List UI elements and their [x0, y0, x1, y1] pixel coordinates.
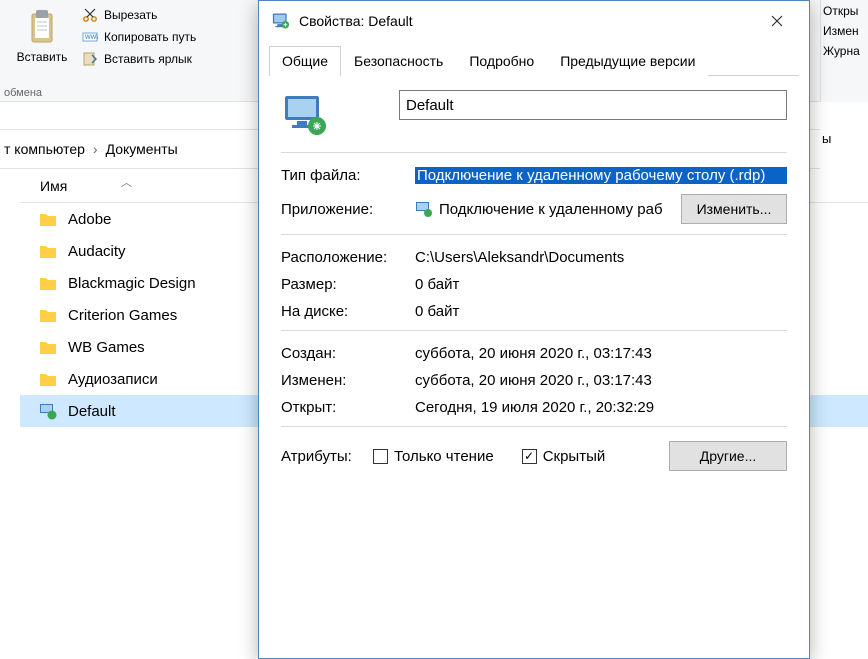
chevron-right-icon: ›: [93, 141, 98, 157]
accessed-label: Открыт:: [281, 399, 415, 416]
dialog-title: Свойства: Default: [299, 13, 757, 29]
modified-label: Изменен:: [281, 372, 415, 389]
close-button[interactable]: [757, 5, 797, 37]
tab-strip: Общие Безопасность Подробно Предыдущие в…: [269, 45, 799, 76]
tab-general[interactable]: Общие: [269, 46, 341, 76]
paste-label: Вставить: [17, 50, 68, 64]
breadcrumb-part[interactable]: т компьютер: [4, 141, 85, 157]
rdp-file-icon: [281, 90, 329, 138]
size-on-disk-label: На диске:: [281, 303, 415, 320]
created-value: суббота, 20 июня 2020 г., 03:17:43: [415, 345, 787, 362]
tab-security[interactable]: Безопасность: [341, 46, 456, 76]
paste-shortcut-button[interactable]: Вставить ярлык: [78, 48, 200, 70]
change-app-button[interactable]: Изменить...: [681, 194, 787, 224]
attributes-label: Атрибуты:: [281, 448, 373, 465]
properties-dialog: Свойства: Default Общие Безопасность Под…: [258, 0, 810, 659]
checkbox-icon: [373, 449, 388, 464]
filetype-value: Подключение к удаленному рабочему столу …: [415, 167, 787, 184]
accessed-value: Сегодня, 19 июля 2020 г., 20:32:29: [415, 399, 787, 416]
ribbon-group-caption: обмена: [4, 87, 42, 99]
clipboard-icon: [26, 8, 58, 48]
svg-text:WWW: WWW: [85, 35, 98, 41]
tab-pane-general: Тип файла: Подключение к удаленному рабо…: [259, 76, 809, 471]
size-value: 0 байт: [415, 276, 787, 293]
copy-path-button[interactable]: WWW Копировать путь: [78, 26, 200, 48]
app-label: Приложение:: [281, 201, 415, 218]
location-label: Расположение:: [281, 249, 415, 266]
tab-details[interactable]: Подробно: [456, 46, 547, 76]
titlebar[interactable]: Свойства: Default: [259, 1, 809, 41]
size-label: Размер:: [281, 276, 415, 293]
copy-path-icon: WWW: [82, 29, 98, 45]
paste-button[interactable]: Вставить: [6, 2, 78, 64]
rdp-icon: [271, 11, 291, 31]
shortcut-icon: [82, 51, 98, 67]
collapse-icon[interactable]: ︿: [121, 174, 132, 190]
location-value: C:\Users\Aleksandr\Documents: [415, 249, 787, 266]
readonly-checkbox[interactable]: Только чтение: [373, 448, 494, 465]
rdp-app-icon: [415, 200, 433, 218]
cut-button[interactable]: Вырезать: [78, 4, 200, 26]
other-attributes-button[interactable]: Другие...: [669, 441, 787, 471]
modified-value: суббота, 20 июня 2020 г., 03:17:43: [415, 372, 787, 389]
created-label: Создан:: [281, 345, 415, 362]
close-icon: [771, 15, 783, 27]
filetype-label: Тип файла:: [281, 167, 415, 184]
hidden-checkbox[interactable]: ✓ Скрытый: [522, 448, 606, 465]
ribbon-right-fragment: Откры Измен Журна: [820, 0, 868, 102]
size-on-disk-value: 0 байт: [415, 303, 787, 320]
tab-previous-versions[interactable]: Предыдущие версии: [547, 46, 708, 76]
checkbox-icon: ✓: [522, 449, 537, 464]
breadcrumb-part[interactable]: Документы: [106, 141, 178, 157]
scissors-icon: [82, 7, 98, 23]
file-name-input[interactable]: [399, 90, 787, 120]
app-value: Подключение к удаленному раб: [439, 201, 673, 218]
